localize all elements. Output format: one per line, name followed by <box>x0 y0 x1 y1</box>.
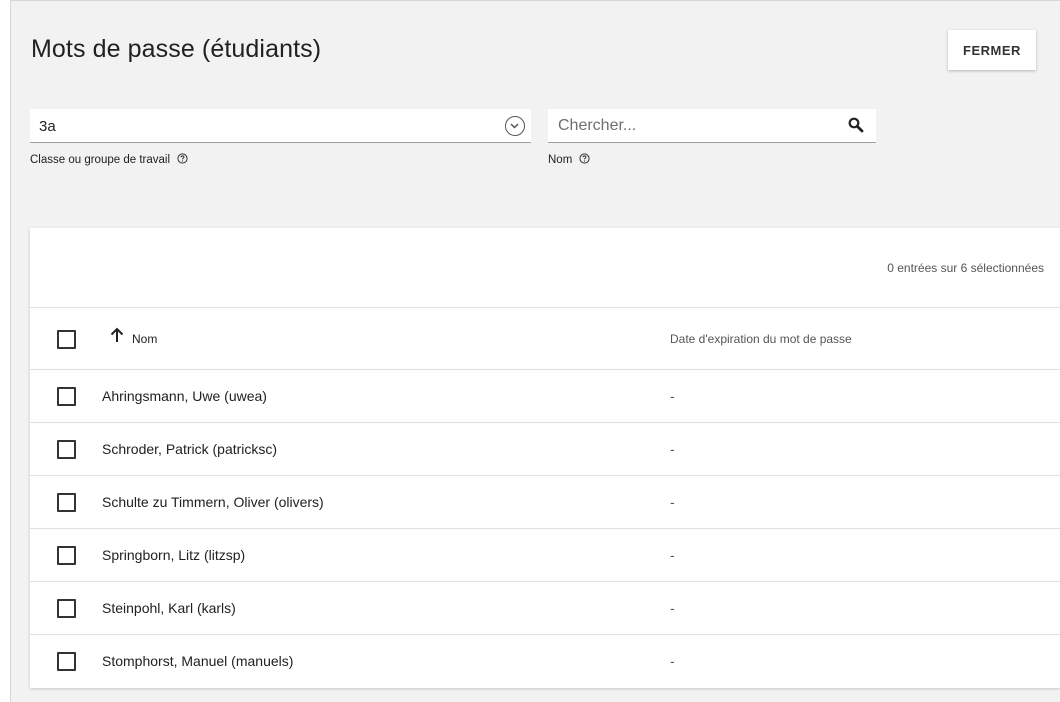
column-header-expiry[interactable]: Date d'expiration du mot de passe <box>670 332 852 346</box>
student-name: Springborn, Litz (litzsp) <box>102 547 246 563</box>
table-header: Nom Date d'expiration du mot de passe <box>30 307 1060 369</box>
class-select-value: 3a <box>39 118 56 135</box>
search-field[interactable] <box>548 109 876 143</box>
student-name: Ahringsmann, Uwe (uwea) <box>102 388 267 404</box>
class-select-label: Classe ou groupe de travail <box>30 153 188 166</box>
password-expiry: - <box>670 653 675 669</box>
select-all-checkbox[interactable] <box>57 330 76 349</box>
password-expiry: - <box>670 494 675 510</box>
help-circle-icon[interactable] <box>579 153 591 164</box>
student-name: Schroder, Patrick (patricksc) <box>102 441 278 457</box>
table-row[interactable]: Schroder, Patrick (patricksc) - <box>30 422 1060 475</box>
table-row[interactable]: Steinpohl, Karl (karls) - <box>30 581 1060 634</box>
row-checkbox[interactable] <box>57 652 76 671</box>
search-field-label: Nom <box>548 153 591 166</box>
search-field-label-text: Nom <box>548 154 573 166</box>
row-checkbox[interactable] <box>57 440 76 459</box>
page-title: Mots de passe (étudiants) <box>31 35 322 63</box>
help-circle-icon[interactable] <box>177 153 188 164</box>
search-icon[interactable] <box>848 117 864 133</box>
row-checkbox[interactable] <box>57 599 76 618</box>
table-row[interactable]: Schulte zu Timmern, Oliver (olivers) - <box>30 475 1060 528</box>
arrow-up-icon[interactable] <box>110 327 124 343</box>
student-name: Schulte zu Timmern, Oliver (olivers) <box>102 494 324 510</box>
class-select[interactable]: 3a <box>30 109 531 143</box>
row-checkbox[interactable] <box>57 387 76 406</box>
table-row[interactable]: Springborn, Litz (litzsp) - <box>30 528 1060 581</box>
student-name: Stomphorst, Manuel (manuels) <box>102 653 294 669</box>
password-expiry: - <box>670 547 675 563</box>
class-select-label-text: Classe ou groupe de travail <box>30 154 170 166</box>
password-expiry: - <box>670 600 675 616</box>
row-checkbox[interactable] <box>57 493 76 512</box>
search-input[interactable] <box>558 113 828 139</box>
close-button[interactable]: FERMER <box>948 30 1036 70</box>
chevron-down-circle-icon[interactable] <box>505 116 525 136</box>
selection-count: 0 entrées sur 6 sélectionnées <box>887 261 1044 275</box>
password-expiry: - <box>670 388 675 404</box>
table-row[interactable]: Ahringsmann, Uwe (uwea) - <box>30 369 1060 422</box>
password-dialog: Mots de passe (étudiants) FERMER 3a Clas… <box>10 0 1060 702</box>
student-name: Steinpohl, Karl (karls) <box>102 600 236 616</box>
password-expiry: - <box>670 441 675 457</box>
row-checkbox[interactable] <box>57 546 76 565</box>
table-row[interactable]: Stomphorst, Manuel (manuels) - <box>30 634 1060 687</box>
column-header-name[interactable]: Nom <box>132 332 157 346</box>
students-table: 0 entrées sur 6 sélectionnées Nom Date d… <box>30 228 1060 688</box>
